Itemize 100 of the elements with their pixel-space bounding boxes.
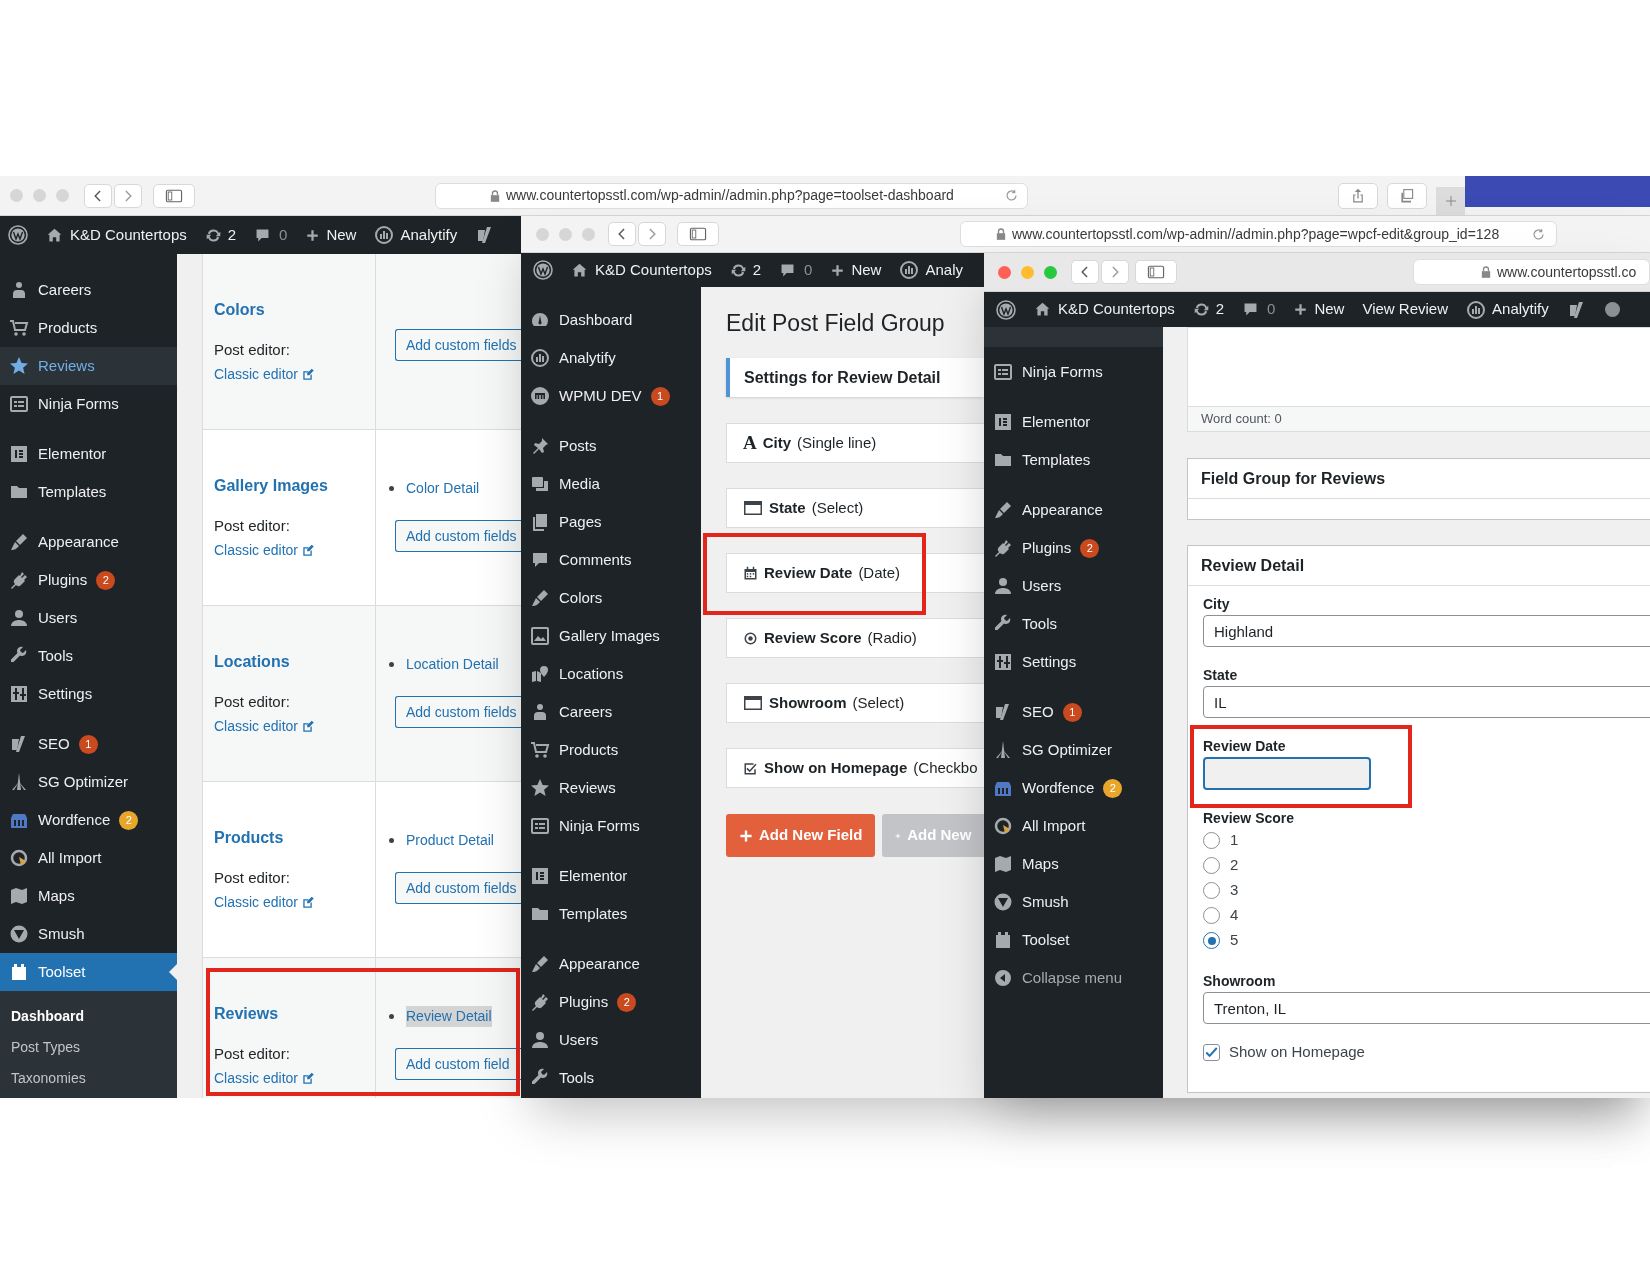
menu-item[interactable]: Templates bbox=[984, 441, 1163, 479]
menu-item[interactable]: Appearance bbox=[984, 491, 1163, 529]
logo-icon[interactable] bbox=[8, 225, 28, 245]
menu-item[interactable]: SEO 1 bbox=[0, 725, 177, 763]
radio-button[interactable] bbox=[1203, 907, 1220, 924]
comments-link[interactable]: 0 bbox=[1242, 298, 1276, 321]
menu-item[interactable]: Reviews bbox=[0, 347, 177, 385]
menu-item[interactable]: Appearance bbox=[0, 523, 177, 561]
post-type-link[interactable]: Colors bbox=[214, 300, 265, 320]
menu-item[interactable]: Ninja Forms bbox=[521, 807, 701, 845]
menu-item[interactable]: Locations bbox=[521, 655, 701, 693]
site-link[interactable]: K&D Countertops bbox=[1034, 298, 1175, 321]
back-button[interactable] bbox=[84, 183, 112, 208]
submenu-item[interactable]: Post Types bbox=[0, 1032, 177, 1063]
menu-item[interactable]: Plugins 2 bbox=[0, 561, 177, 599]
menu-item[interactable]: SEO 1 bbox=[984, 693, 1163, 731]
menu-item[interactable]: All Import bbox=[0, 839, 177, 877]
comments-link[interactable]: 0 bbox=[254, 223, 288, 247]
menu-item[interactable]: Plugins 2 bbox=[984, 529, 1163, 567]
input-field[interactable] bbox=[1203, 757, 1371, 790]
site-link[interactable]: K&D Countertops bbox=[46, 223, 187, 247]
menu-item[interactable]: Colors bbox=[521, 579, 701, 617]
add-fields-button[interactable]: Add custom fields bbox=[395, 329, 522, 361]
menu-item[interactable]: Appearance bbox=[521, 945, 701, 983]
editor-link[interactable]: Classic editor bbox=[214, 541, 316, 559]
field-group-link[interactable]: Location Detail bbox=[406, 653, 499, 675]
updates-link[interactable]: 2 bbox=[729, 258, 762, 282]
menu-item[interactable]: Careers bbox=[521, 693, 701, 731]
menu-item[interactable]: Plugins 2 bbox=[521, 983, 701, 1021]
menu-item[interactable]: Ninja Forms bbox=[0, 385, 177, 423]
add-fields-button[interactable]: Add custom fields bbox=[395, 872, 522, 904]
sidebar-toggle-button[interactable] bbox=[153, 183, 195, 208]
field-row[interactable]: Review Score (Radio) bbox=[726, 618, 984, 658]
sidebar-toggle-button[interactable] bbox=[1135, 260, 1177, 284]
radio-button[interactable] bbox=[1203, 932, 1220, 949]
menu-item[interactable]: Products bbox=[0, 309, 177, 347]
radio-button[interactable] bbox=[1203, 857, 1220, 874]
logo-icon[interactable] bbox=[533, 260, 553, 280]
menu-item[interactable]: Wordfence 2 bbox=[984, 769, 1163, 807]
menu-item[interactable]: Users bbox=[521, 1021, 701, 1059]
field-group-link[interactable]: Review Detail bbox=[406, 1005, 492, 1027]
comments-link[interactable]: 0 bbox=[779, 258, 813, 282]
reload-icon[interactable] bbox=[1004, 188, 1019, 203]
analytics-link[interactable]: Analytify bbox=[1466, 298, 1549, 321]
reload-icon[interactable] bbox=[1531, 226, 1546, 242]
analytics-link[interactable]: Analy bbox=[899, 258, 963, 282]
editor-link[interactable]: Classic editor bbox=[214, 717, 316, 735]
new-tab-button[interactable] bbox=[1436, 187, 1465, 215]
menu-item[interactable]: Settings bbox=[0, 675, 177, 713]
menu-item[interactable]: Elementor bbox=[984, 403, 1163, 441]
editor-link[interactable]: Classic editor bbox=[214, 365, 316, 383]
new-link[interactable]: New bbox=[1293, 298, 1345, 321]
menu-item[interactable]: Ninja Forms bbox=[984, 353, 1163, 391]
menu-item[interactable]: SG Optimizer bbox=[0, 763, 177, 801]
menu-item[interactable]: Templates bbox=[521, 895, 701, 933]
sidebar-toggle-button[interactable] bbox=[677, 222, 719, 246]
menu-item[interactable]: Dashboard bbox=[521, 301, 701, 339]
address-bar[interactable]: www.countertopsstl.com/wp-admin//admin.php?page=wpcf-edit&group_id=128 bbox=[960, 221, 1557, 247]
menu-item[interactable]: Users bbox=[0, 599, 177, 637]
address-bar[interactable]: www.countertopsstl.com/wp-admin//admin.php?page=toolset-dashboard bbox=[435, 182, 1028, 209]
field-row[interactable]: Review Date (Date) bbox=[726, 553, 984, 593]
input-field[interactable]: Highland bbox=[1203, 615, 1650, 647]
logo-icon[interactable] bbox=[996, 299, 1016, 320]
forward-button[interactable] bbox=[114, 183, 142, 208]
menu-item[interactable]: Analytify bbox=[521, 339, 701, 377]
back-button[interactable] bbox=[608, 222, 636, 246]
new-link[interactable]: New bbox=[830, 258, 882, 282]
forward-button[interactable] bbox=[638, 222, 666, 246]
field-group-link[interactable]: Color Detail bbox=[406, 477, 480, 499]
site-link[interactable]: K&D Countertops bbox=[571, 258, 712, 282]
submenu-item[interactable]: Dashboard bbox=[0, 1001, 177, 1032]
menu-item[interactable]: Smush bbox=[984, 883, 1163, 921]
menu-item[interactable]: Toolset bbox=[984, 921, 1163, 959]
field-row[interactable]: A City (Single line) bbox=[726, 423, 984, 463]
new-link[interactable]: New bbox=[305, 223, 357, 247]
close-button[interactable] bbox=[998, 265, 1011, 279]
checkbox[interactable] bbox=[1203, 1043, 1220, 1061]
menu-item[interactable]: Toolset bbox=[0, 953, 177, 991]
updates-link[interactable]: 2 bbox=[1192, 298, 1225, 321]
tabs-button[interactable] bbox=[1387, 182, 1427, 209]
menu-item[interactable]: Tools bbox=[0, 637, 177, 675]
radio-button[interactable] bbox=[1203, 832, 1220, 849]
menu-item[interactable]: Maps bbox=[0, 877, 177, 915]
menu-item[interactable]: Posts bbox=[521, 427, 701, 465]
menu-item[interactable]: Settings bbox=[984, 643, 1163, 681]
updates-link[interactable]: 2 bbox=[204, 223, 237, 247]
zoom-button[interactable] bbox=[1044, 265, 1057, 279]
menu-item[interactable]: Tools bbox=[521, 1059, 701, 1097]
post-type-link[interactable]: Gallery Images bbox=[214, 476, 328, 496]
analytics-link[interactable]: Analytify bbox=[374, 223, 458, 247]
menu-item[interactable]: All Import bbox=[984, 807, 1163, 845]
menu-item[interactable]: Collapse menu bbox=[984, 959, 1163, 997]
add-fields-button[interactable]: Add custom field bbox=[395, 1048, 522, 1080]
menu-item[interactable]: Templates bbox=[0, 473, 177, 511]
menu-item[interactable]: Careers bbox=[0, 271, 177, 309]
field-group-link[interactable]: Product Detail bbox=[406, 829, 494, 851]
menu-item[interactable]: Pages bbox=[521, 503, 701, 541]
field-row[interactable]: Showroom (Select) bbox=[726, 683, 984, 723]
menu-item[interactable]: Maps bbox=[984, 845, 1163, 883]
menu-item[interactable]: WPMU DEV 1 bbox=[521, 377, 701, 415]
